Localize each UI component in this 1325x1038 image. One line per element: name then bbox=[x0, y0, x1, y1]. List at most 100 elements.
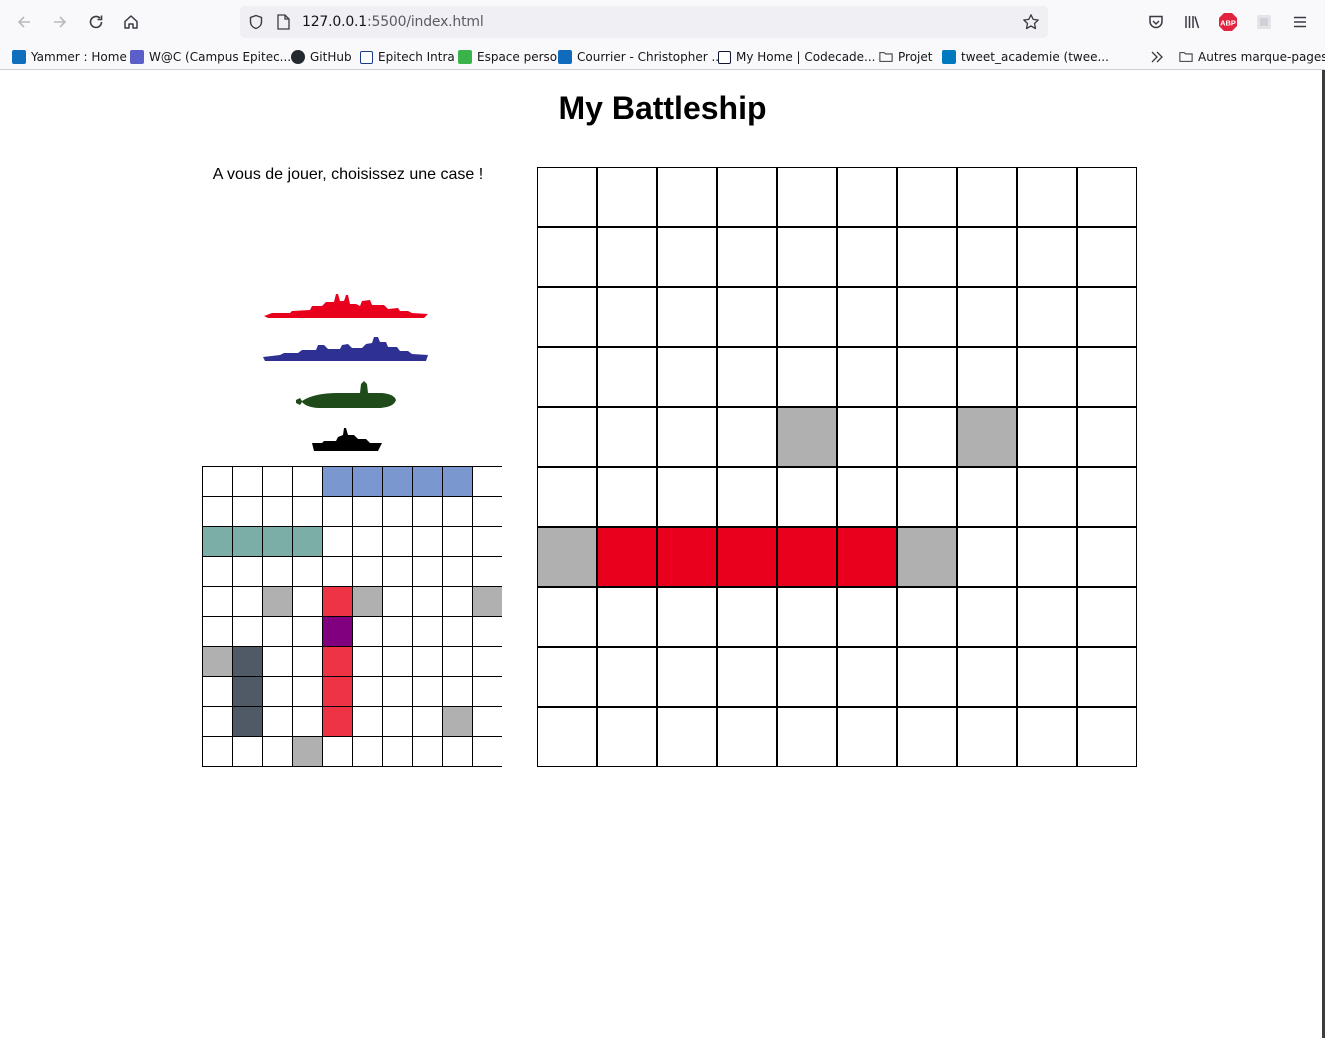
opponent-board-cell[interactable] bbox=[897, 707, 957, 767]
opponent-board-cell[interactable] bbox=[957, 587, 1017, 647]
opponent-board-cell[interactable] bbox=[957, 287, 1017, 347]
opponent-board-cell[interactable] bbox=[717, 167, 777, 227]
opponent-board-cell[interactable] bbox=[1077, 587, 1137, 647]
opponent-board-cell[interactable] bbox=[597, 527, 657, 587]
opponent-board-cell[interactable] bbox=[657, 467, 717, 527]
opponent-board-cell[interactable] bbox=[1077, 647, 1137, 707]
opponent-board-cell[interactable] bbox=[537, 227, 597, 287]
opponent-board-cell[interactable] bbox=[777, 527, 837, 587]
opponent-board-cell[interactable] bbox=[717, 287, 777, 347]
opponent-board-cell[interactable] bbox=[837, 707, 897, 767]
opponent-board-cell[interactable] bbox=[537, 647, 597, 707]
opponent-board-cell[interactable] bbox=[957, 167, 1017, 227]
opponent-board-cell[interactable] bbox=[717, 407, 777, 467]
opponent-board-cell[interactable] bbox=[777, 587, 837, 647]
opponent-board-cell[interactable] bbox=[597, 347, 657, 407]
opponent-board-cell[interactable] bbox=[537, 587, 597, 647]
pocket-button[interactable] bbox=[1142, 8, 1170, 36]
opponent-board-cell[interactable] bbox=[1017, 587, 1077, 647]
url-text[interactable]: 127.0.0.1:5500/index.html bbox=[302, 14, 484, 30]
opponent-board-cell[interactable] bbox=[597, 707, 657, 767]
opponent-board-cell[interactable] bbox=[777, 287, 837, 347]
opponent-board-cell[interactable] bbox=[717, 467, 777, 527]
opponent-board-cell[interactable] bbox=[777, 467, 837, 527]
opponent-board-cell[interactable] bbox=[657, 527, 717, 587]
opponent-board-cell[interactable] bbox=[837, 647, 897, 707]
opponent-board-cell[interactable] bbox=[1017, 527, 1077, 587]
opponent-board-cell[interactable] bbox=[597, 407, 657, 467]
adblock-button[interactable]: ABP bbox=[1214, 8, 1242, 36]
library-button[interactable] bbox=[1178, 8, 1206, 36]
opponent-board-cell[interactable] bbox=[1017, 287, 1077, 347]
bookmark-projet[interactable]: Projet bbox=[879, 48, 932, 66]
opponent-board-cell[interactable] bbox=[537, 347, 597, 407]
opponent-board-cell[interactable] bbox=[777, 227, 837, 287]
opponent-board-cell[interactable] bbox=[897, 527, 957, 587]
opponent-board-cell[interactable] bbox=[957, 527, 1017, 587]
opponent-board-cell[interactable] bbox=[1077, 347, 1137, 407]
opponent-board-cell[interactable] bbox=[957, 647, 1017, 707]
bookmark-codecademy[interactable]: My Home | Codecade... bbox=[718, 48, 876, 66]
opponent-board-cell[interactable] bbox=[837, 527, 897, 587]
opponent-board-cell[interactable] bbox=[1017, 707, 1077, 767]
bookmark-tweet-academie[interactable]: tweet_academie (twee... bbox=[942, 48, 1109, 66]
opponent-board-cell[interactable] bbox=[777, 167, 837, 227]
back-button[interactable] bbox=[10, 8, 38, 36]
opponent-board-cell[interactable] bbox=[537, 167, 597, 227]
opponent-board-cell[interactable] bbox=[1017, 647, 1077, 707]
opponent-board-cell[interactable] bbox=[717, 587, 777, 647]
opponent-board-cell[interactable] bbox=[957, 407, 1017, 467]
opponent-board-cell[interactable] bbox=[1017, 227, 1077, 287]
opponent-board-cell[interactable] bbox=[897, 647, 957, 707]
opponent-board-cell[interactable] bbox=[837, 227, 897, 287]
opponent-board-cell[interactable] bbox=[777, 407, 837, 467]
opponent-board-cell[interactable] bbox=[897, 467, 957, 527]
opponent-board-cell[interactable] bbox=[897, 167, 957, 227]
opponent-board-cell[interactable] bbox=[837, 287, 897, 347]
opponent-board-cell[interactable] bbox=[537, 287, 597, 347]
bookmark-yammer[interactable]: Yammer : Home bbox=[12, 48, 127, 66]
shield-icon[interactable] bbox=[248, 14, 264, 30]
opponent-board-cell[interactable] bbox=[657, 227, 717, 287]
opponent-board-cell[interactable] bbox=[897, 587, 957, 647]
opponent-board-cell[interactable] bbox=[657, 167, 717, 227]
opponent-board-cell[interactable] bbox=[777, 647, 837, 707]
opponent-board-cell[interactable] bbox=[537, 407, 597, 467]
opponent-board-cell[interactable] bbox=[1017, 167, 1077, 227]
bookmark-espace-perso[interactable]: Espace perso bbox=[458, 48, 557, 66]
reload-button[interactable] bbox=[82, 8, 110, 36]
opponent-board-cell[interactable] bbox=[777, 707, 837, 767]
opponent-board-cell[interactable] bbox=[597, 467, 657, 527]
opponent-board-cell[interactable] bbox=[1077, 707, 1137, 767]
url-bar[interactable]: 127.0.0.1:5500/index.html bbox=[240, 6, 1048, 38]
opponent-board-cell[interactable] bbox=[957, 707, 1017, 767]
opponent-board-cell[interactable] bbox=[1017, 347, 1077, 407]
bookmark-courrier[interactable]: Courrier - Christopher ... bbox=[558, 48, 723, 66]
opponent-board-cell[interactable] bbox=[537, 467, 597, 527]
opponent-board-cell[interactable] bbox=[837, 467, 897, 527]
other-bookmarks-folder[interactable]: Autres marque-pages bbox=[1179, 48, 1325, 66]
bookmark-github[interactable]: GitHub bbox=[291, 48, 352, 66]
opponent-board-cell[interactable] bbox=[657, 587, 717, 647]
opponent-board-cell[interactable] bbox=[957, 467, 1017, 527]
bookmark-wac[interactable]: W@C (Campus Epitec... bbox=[130, 48, 291, 66]
opponent-board-cell[interactable] bbox=[537, 527, 597, 587]
opponent-board-cell[interactable] bbox=[657, 347, 717, 407]
opponent-board-cell[interactable] bbox=[1077, 527, 1137, 587]
forward-button[interactable] bbox=[46, 8, 74, 36]
opponent-board-cell[interactable] bbox=[897, 407, 957, 467]
opponent-board-cell[interactable] bbox=[717, 527, 777, 587]
opponent-board-cell[interactable] bbox=[597, 287, 657, 347]
opponent-board-cell[interactable] bbox=[897, 347, 957, 407]
opponent-board-cell[interactable] bbox=[597, 227, 657, 287]
opponent-board-cell[interactable] bbox=[837, 407, 897, 467]
opponent-board-cell[interactable] bbox=[1017, 407, 1077, 467]
opponent-board-cell[interactable] bbox=[1077, 287, 1137, 347]
extension-button[interactable] bbox=[1250, 8, 1278, 36]
opponent-board-cell[interactable] bbox=[1017, 467, 1077, 527]
bookmarks-overflow-button[interactable] bbox=[1150, 48, 1164, 66]
opponent-board-cell[interactable] bbox=[1077, 227, 1137, 287]
opponent-board-cell[interactable] bbox=[657, 287, 717, 347]
opponent-board-cell[interactable] bbox=[1077, 407, 1137, 467]
opponent-board-cell[interactable] bbox=[957, 347, 1017, 407]
